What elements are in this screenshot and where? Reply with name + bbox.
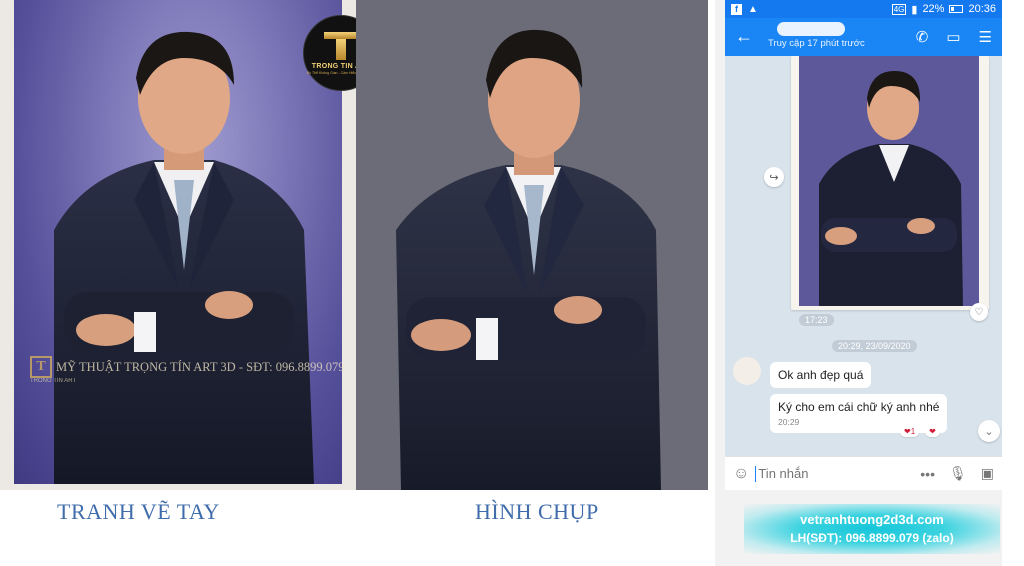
network-type: 4G [891, 3, 907, 15]
contact-phone: LH(SĐT): 096.8899.079 (zalo) [790, 531, 954, 545]
warning-icon: ▲ [748, 3, 758, 15]
forward-share-icon[interactable]: ↪ [764, 167, 784, 187]
zalo-chat-screenshot: f ▲ 4G ▮ 22% 20:36 ← Truy cập 17 phút tr… [715, 0, 1002, 566]
text-cursor [755, 465, 757, 482]
last-seen-status: Truy cập 17 phút trước [768, 38, 865, 49]
facebook-notification-icon: f [731, 3, 742, 15]
logo-t-icon [324, 31, 358, 60]
watermark-logo-icon: T [30, 356, 52, 378]
photographed-man-figure [396, 29, 661, 490]
video-call-icon[interactable]: ▭ [946, 28, 960, 46]
react-heart-icon[interactable]: ♡ [970, 303, 988, 321]
microphone-icon[interactable]: 🎙 [949, 465, 967, 482]
clock: 20:36 [968, 3, 996, 15]
painting-caption: TRANH VẼ TAY [57, 499, 220, 524]
avatar[interactable] [733, 357, 761, 385]
website-link[interactable]: vetranhtuong2d3d.com [744, 512, 1000, 527]
watermark-subtext: TRONG TIN ART [30, 378, 77, 384]
chat-header: ← Truy cập 17 phút trước ✆ ▭ ☰ [725, 18, 1002, 56]
photo-caption: HÌNH CHỤP [475, 499, 599, 524]
emoji-icon[interactable]: ☺ [733, 465, 749, 483]
back-arrow-icon[interactable]: ← [735, 26, 753, 47]
menu-list-icon[interactable]: ☰ [979, 28, 992, 46]
more-options-icon[interactable]: ••• [920, 466, 935, 482]
message-composer: ☺ ••• 🎙 ▣ [725, 456, 1002, 490]
status-bar: f ▲ 4G ▮ 22% 20:36 [725, 0, 1002, 18]
message-text: Ký cho em cái chữ ký anh nhé [778, 400, 940, 414]
image-picker-icon[interactable]: ▣ [981, 465, 994, 482]
scroll-down-icon[interactable]: ⌄ [978, 420, 1000, 442]
message-bubble[interactable]: Ok anh đẹp quá [770, 362, 872, 388]
comparison-image: T MỸ THUẬT TRỌNG TÍN ART 3D - SĐT: 096.8… [0, 0, 1024, 566]
contact-banner: vetranhtuong2d3d.com LH(SĐT): 096.8899.0… [744, 504, 1000, 554]
painted-man-figure [54, 31, 314, 484]
watermark: T MỸ THUẬT TRỌNG TÍN ART 3D - SĐT: 096.8… [30, 356, 344, 378]
original-photo [356, 0, 708, 490]
battery-percent: 22% [922, 3, 945, 15]
hand-painted-portrait: T MỸ THUẬT TRỌNG TÍN ART 3D - SĐT: 096.8… [0, 0, 356, 490]
watermark-text: MỸ THUẬT TRỌNG TÍN ART 3D - SĐT: 096.889… [56, 359, 345, 374]
message-text: Ok anh đẹp quá [778, 368, 864, 382]
image-message[interactable] [791, 56, 989, 310]
signal-icon: ▮ [911, 3, 918, 16]
date-separator: 20:29, 23/09/2020 [832, 340, 917, 352]
painting-canvas [14, 0, 342, 484]
battery-icon [949, 5, 964, 13]
voice-call-icon[interactable]: ✆ [916, 28, 929, 46]
heart-reaction[interactable]: ❤1 [900, 426, 920, 437]
contact-name-redacted [777, 22, 845, 36]
add-heart-reaction-icon[interactable]: ❤ [925, 426, 940, 437]
chat-area[interactable]: ↪ ♡ 17:23 20:29, 23/09/2020 Ok anh đẹp q… [725, 56, 1002, 456]
reaction-count: 1 [910, 427, 916, 436]
image-timestamp: 17:23 [799, 314, 834, 326]
message-input[interactable] [758, 466, 889, 481]
message-reactions[interactable]: ❤1 ❤ [900, 426, 940, 437]
shared-portrait-image [799, 56, 979, 306]
